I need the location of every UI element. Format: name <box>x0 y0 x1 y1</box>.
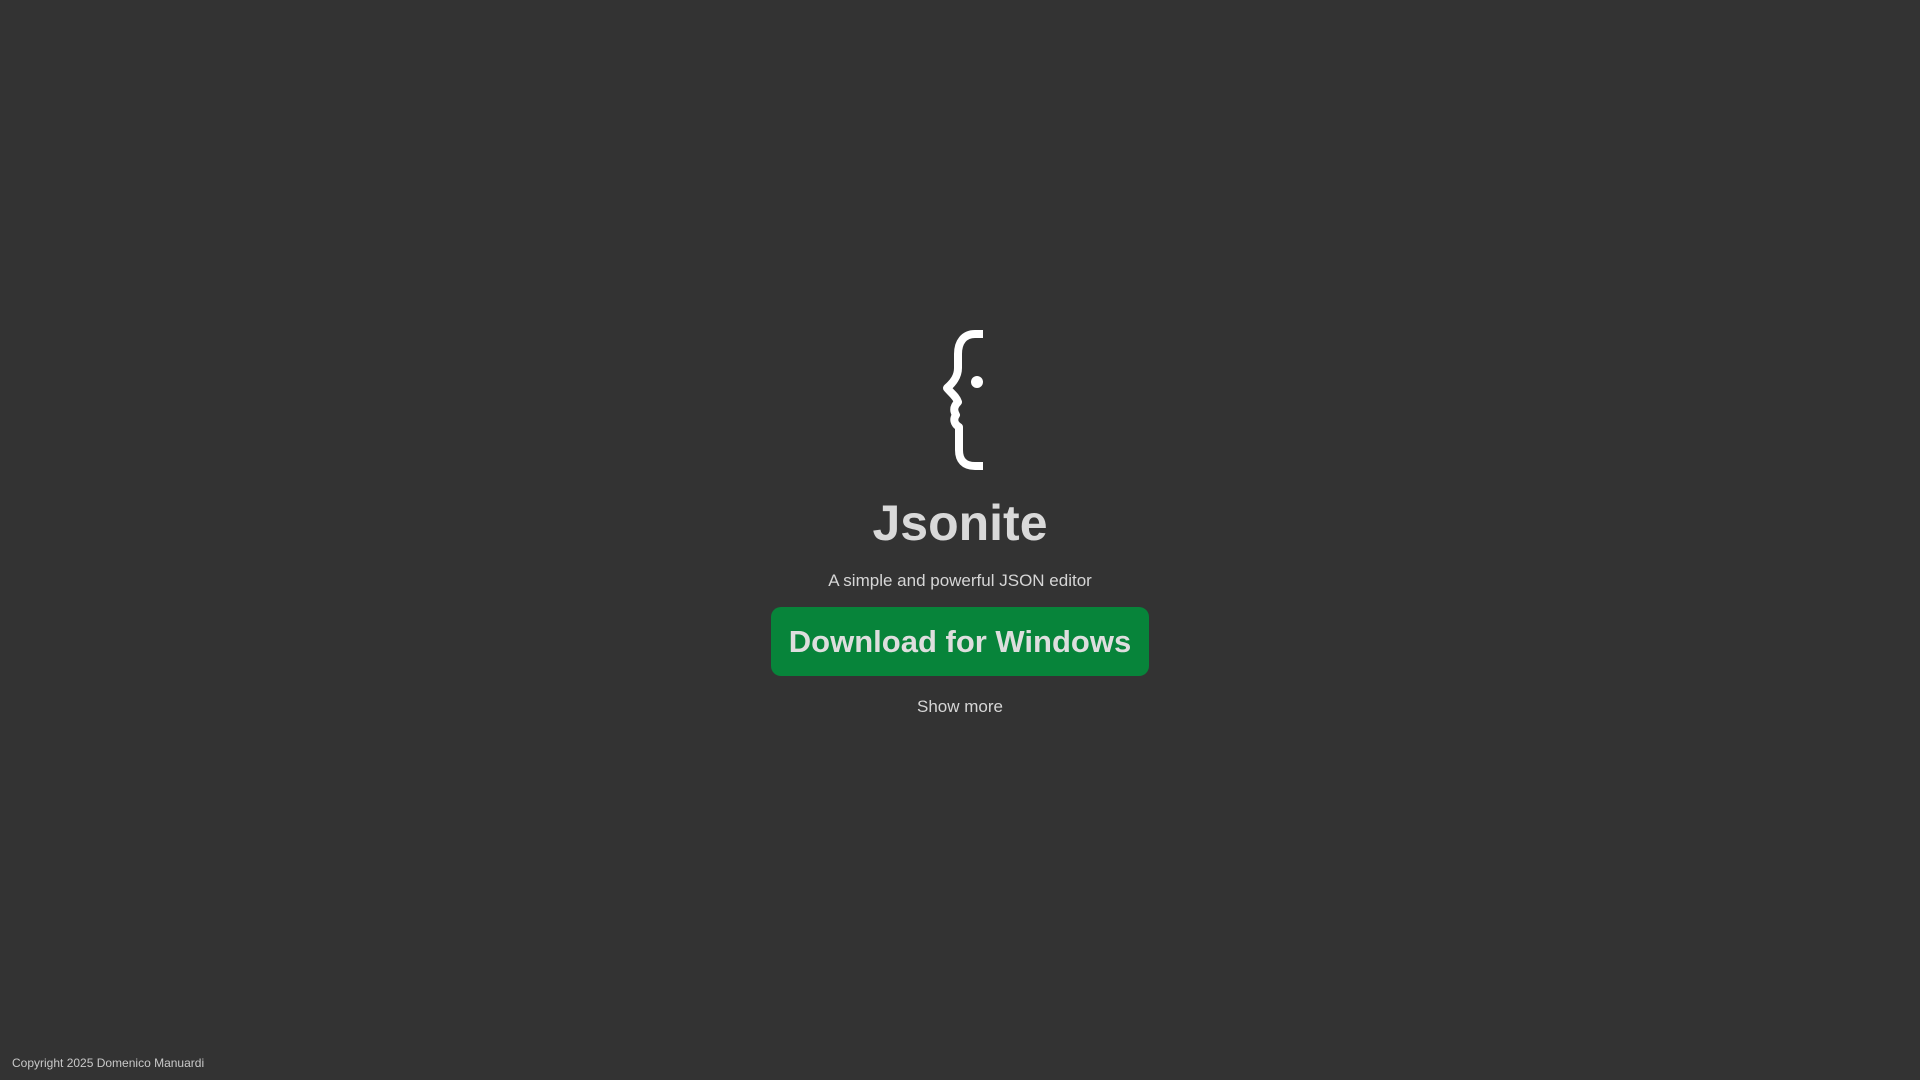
face-brace-icon <box>943 330 983 470</box>
tagline: A simple and powerful JSON editor <box>828 571 1092 590</box>
download-windows-button[interactable]: Download for Windows <box>771 607 1149 676</box>
landing-page: Jsonite A simple and powerful JSON edito… <box>0 0 1920 1080</box>
show-more-link[interactable]: Show more <box>917 698 1003 715</box>
copyright-text: Copyright 2025 Domenico Manuardi <box>12 1056 205 1070</box>
app-title: Jsonite <box>872 495 1048 551</box>
hero-section: Jsonite A simple and powerful JSON edito… <box>0 330 1920 715</box>
